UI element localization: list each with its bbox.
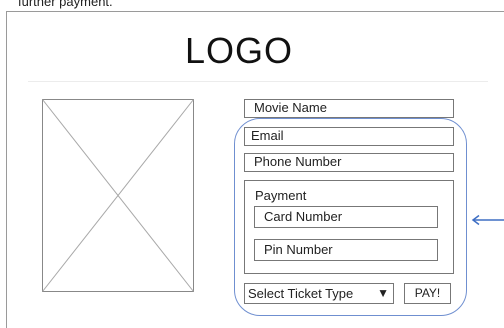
image-placeholder-icon bbox=[42, 99, 194, 292]
wireframe-page: further payment. LOGO Movie Name Email P… bbox=[0, 0, 504, 328]
email-field[interactable]: Email bbox=[244, 127, 454, 146]
pay-button[interactable]: PAY! bbox=[404, 283, 451, 304]
header-divider bbox=[28, 81, 488, 82]
phone-number-field[interactable]: Phone Number bbox=[244, 153, 454, 172]
payment-label: Payment bbox=[255, 188, 307, 203]
dropdown-caret-icon: ▼ bbox=[377, 286, 389, 300]
ticket-type-selected-value: Select Ticket Type bbox=[248, 286, 354, 301]
card-number-field[interactable]: Card Number bbox=[254, 206, 438, 228]
pin-number-field[interactable]: Pin Number bbox=[254, 239, 438, 261]
logo: LOGO bbox=[184, 30, 294, 71]
caption-text: further payment. bbox=[18, 0, 113, 9]
ticket-type-select[interactable]: Select Ticket Type ▼ bbox=[244, 283, 394, 304]
movie-name-field[interactable]: Movie Name bbox=[244, 99, 454, 118]
